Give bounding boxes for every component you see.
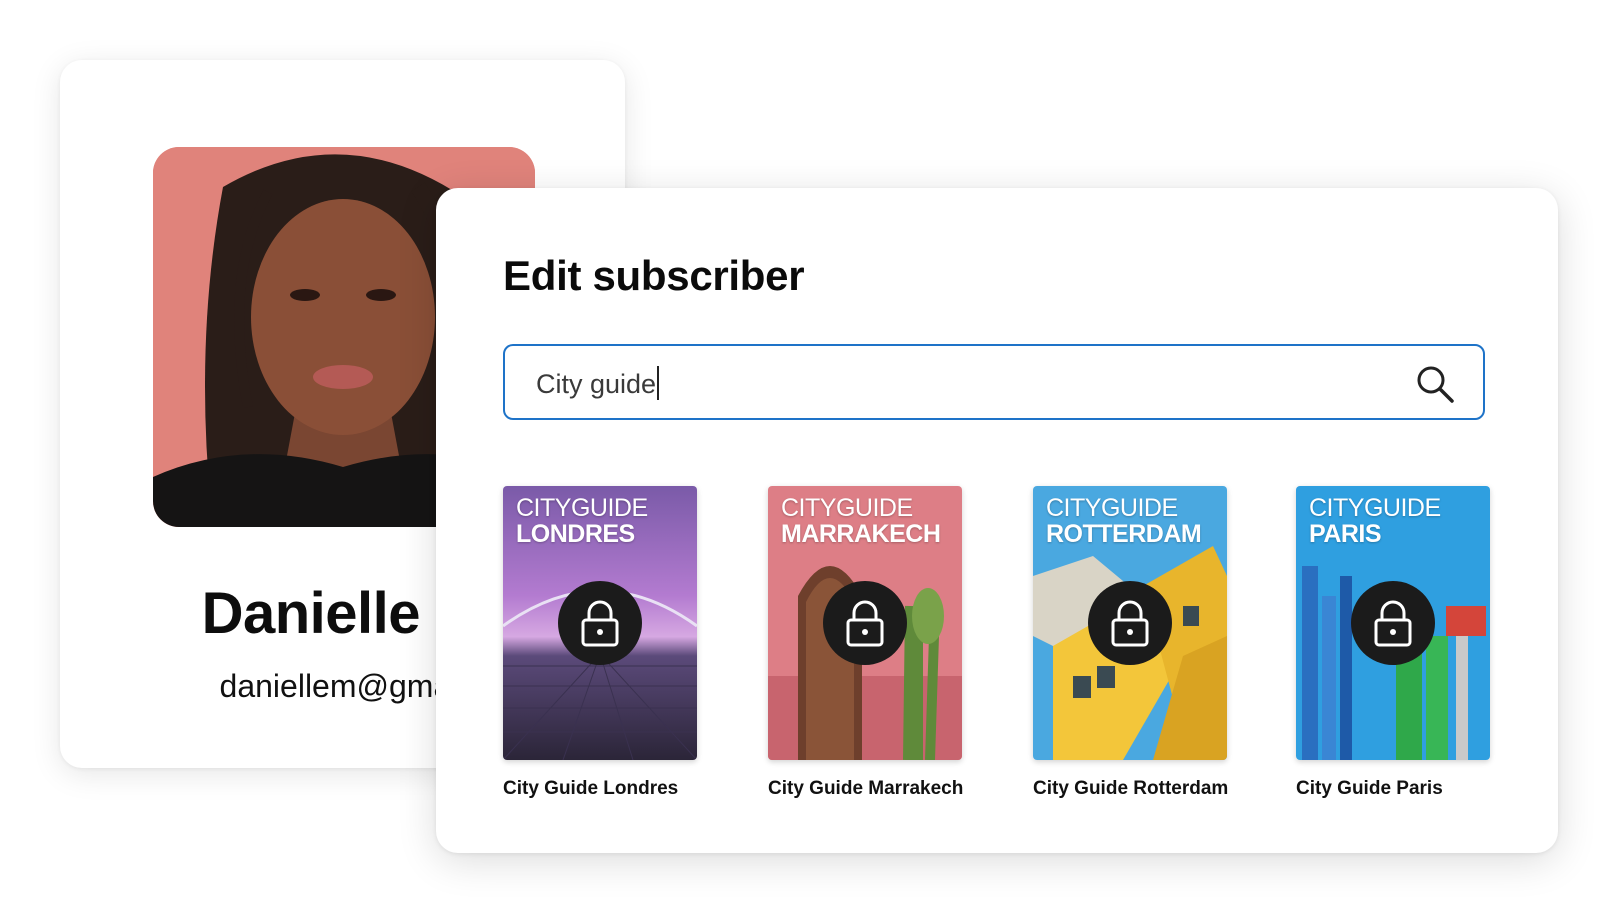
city-guide-list: CITYGUIDE LONDRES City Guide Londres CIT… — [503, 486, 1490, 806]
lock-icon — [1111, 600, 1149, 647]
cover-city: MARRAKECH — [781, 520, 941, 548]
city-guide-cover-marrakech[interactable]: CITYGUIDE MARRAKECH — [768, 486, 962, 760]
city-guide-cover-paris[interactable]: CITYGUIDE PARIS — [1296, 486, 1490, 760]
cover-city: ROTTERDAM — [1046, 520, 1202, 548]
lock-badge — [558, 581, 642, 665]
lock-icon — [846, 600, 884, 647]
edit-subscriber-modal: Edit subscriber City guide CITYGUIDE LON… — [436, 188, 1558, 853]
city-guide-item-marrakech[interactable]: CITYGUIDE MARRAKECH City Guide Marrakech — [768, 486, 963, 800]
search-icon[interactable] — [1415, 364, 1455, 404]
lock-icon — [1374, 600, 1412, 647]
city-guide-item-londres[interactable]: CITYGUIDE LONDRES City Guide Londres — [503, 486, 697, 800]
city-guide-cover-rotterdam[interactable]: CITYGUIDE ROTTERDAM — [1033, 486, 1227, 760]
lock-badge — [1088, 581, 1172, 665]
search-input[interactable]: City guide — [503, 344, 1485, 420]
city-guide-cover-londres[interactable]: CITYGUIDE LONDRES — [503, 486, 697, 760]
cover-brand: CITYGUIDE — [516, 494, 648, 522]
lock-badge — [823, 581, 907, 665]
lock-badge — [1351, 581, 1435, 665]
city-guide-label[interactable]: City Guide Rotterdam — [1033, 778, 1228, 800]
cover-city: PARIS — [1309, 520, 1382, 548]
city-guide-label[interactable]: City Guide Londres — [503, 778, 697, 800]
lock-icon — [581, 600, 619, 647]
city-guide-label[interactable]: City Guide Paris — [1296, 778, 1490, 800]
city-guide-label[interactable]: City Guide Marrakech — [768, 778, 963, 800]
cover-brand: CITYGUIDE — [1309, 494, 1441, 522]
city-guide-item-paris[interactable]: CITYGUIDE PARIS City Guide Paris — [1296, 486, 1490, 800]
search-input-value[interactable]: City guide — [536, 366, 659, 400]
cover-brand: CITYGUIDE — [1046, 494, 1178, 522]
modal-title: Edit subscriber — [503, 252, 805, 299]
cover-brand: CITYGUIDE — [781, 494, 913, 522]
city-guide-item-rotterdam[interactable]: CITYGUIDE ROTTERDAM City Guide Rotterdam — [1033, 486, 1228, 800]
cover-city: LONDRES — [516, 520, 635, 548]
